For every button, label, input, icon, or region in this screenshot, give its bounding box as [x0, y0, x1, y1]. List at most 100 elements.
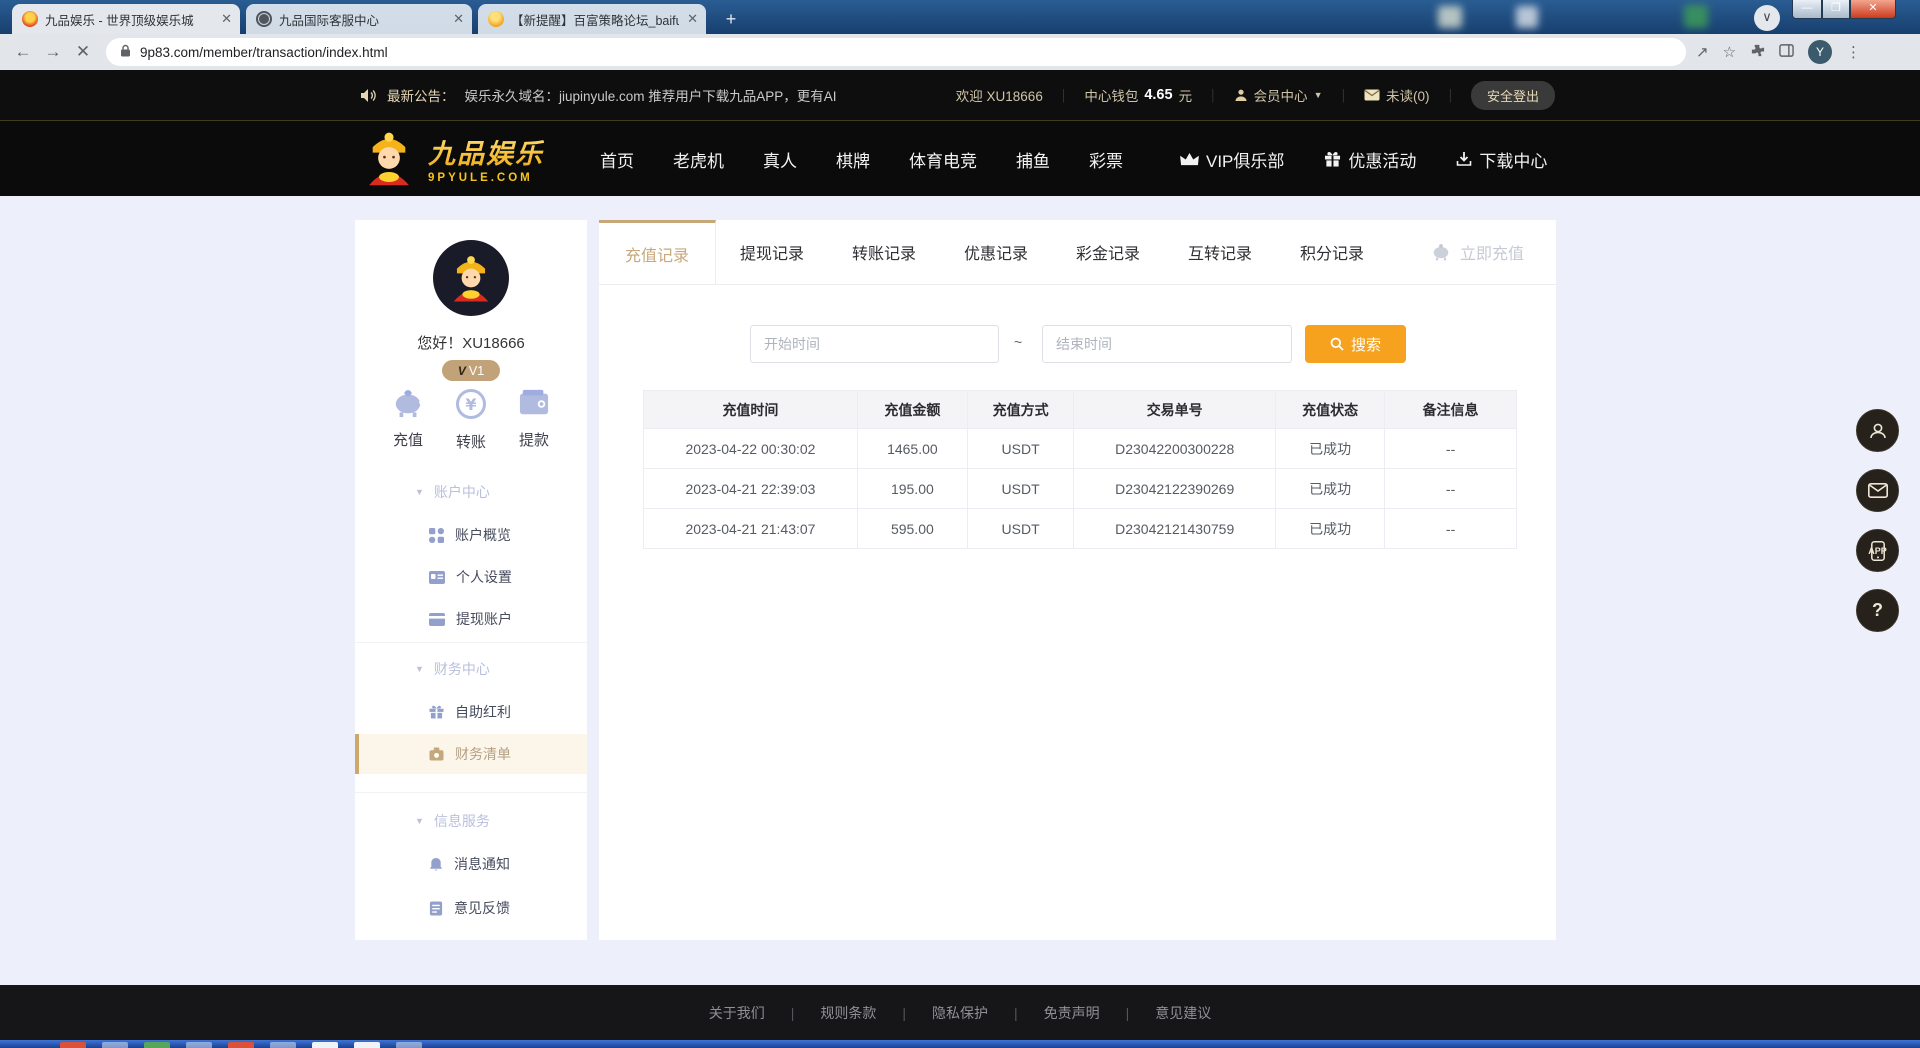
tab-close-icon[interactable]: ✕: [221, 11, 232, 27]
stop-button[interactable]: ✕: [68, 42, 98, 62]
nav-live[interactable]: 真人: [763, 147, 797, 172]
grid-icon: [429, 528, 444, 543]
start-time-input[interactable]: [750, 325, 999, 363]
nav-lottery[interactable]: 彩票: [1089, 147, 1123, 172]
browser-tab-2[interactable]: 九品国际客服中心 ✕: [246, 4, 472, 34]
bookmark-star-icon[interactable]: ☆: [1723, 43, 1736, 61]
separator: ｜: [1336, 85, 1350, 105]
end-time-input[interactable]: [1042, 325, 1292, 363]
taskbar-app[interactable]: [354, 1042, 380, 1048]
sidebar-item-finance-statement[interactable]: 财务清单: [355, 734, 587, 774]
nav-vip-club[interactable]: VIP俱乐部: [1180, 147, 1284, 172]
logo-subtitle: 9PYULE.COM: [428, 172, 544, 184]
wallet-label: 中心钱包: [1084, 85, 1138, 105]
sidebar-item-withdraw-account[interactable]: 提现账户: [429, 609, 512, 629]
forward-button[interactable]: →: [38, 42, 68, 62]
tab-close-icon[interactable]: ✕: [453, 11, 464, 27]
taskbar-app[interactable]: [396, 1042, 422, 1048]
table-row: 2023-04-22 00:30:02 1465.00 USDT D230422…: [644, 429, 1517, 469]
vip-icon: V: [458, 364, 466, 378]
cell-status-link[interactable]: 已成功: [1276, 469, 1385, 509]
nav-fishing[interactable]: 捕鱼: [1016, 147, 1050, 172]
nav-promotions[interactable]: 优惠活动: [1324, 147, 1416, 172]
tab-promo-records[interactable]: 优惠记录: [940, 220, 1052, 284]
tab-mutual-records[interactable]: 互转记录: [1164, 220, 1276, 284]
taskbar-app[interactable]: [60, 1042, 86, 1048]
menu-section-account[interactable]: ▼ 账户中心: [415, 482, 490, 502]
cell-status-link[interactable]: 已成功: [1276, 429, 1385, 469]
nav-download-center[interactable]: 下载中心: [1456, 147, 1547, 172]
crown-icon: [1180, 152, 1199, 167]
tab-points-records[interactable]: 积分记录: [1276, 220, 1388, 284]
customer-service-button[interactable]: [1856, 409, 1899, 452]
footer-rules[interactable]: 规则条款: [820, 1003, 876, 1023]
taskbar-app[interactable]: [228, 1042, 254, 1048]
desktop-icon-blur: [1684, 5, 1708, 28]
member-center-dropdown[interactable]: 会员中心 ▼: [1234, 85, 1323, 105]
sidebar-item-self-bonus[interactable]: 自助红利: [429, 702, 511, 722]
search-button[interactable]: 搜索: [1305, 325, 1406, 363]
address-bar[interactable]: 9p83.com/member/transaction/index.html: [106, 38, 1686, 66]
taskbar-app[interactable]: [102, 1042, 128, 1048]
transaction-panel: 充值记录 提现记录 转账记录 优惠记录 彩金记录 互转记录 积分记录 立即充值: [599, 220, 1556, 940]
footer-suggestions[interactable]: 意见建议: [1155, 1003, 1211, 1023]
maximize-button[interactable]: ❐: [1822, 0, 1850, 19]
wallet-amount: 4.65: [1144, 87, 1172, 103]
menu-section-finance[interactable]: ▼ 财务中心: [415, 659, 490, 679]
taskbar-app[interactable]: [270, 1042, 296, 1048]
webpage: 最新公告： 娱乐永久域名：jiupinyule.com 推荐用户下载九品APP，…: [0, 70, 1920, 1040]
menu-section-info[interactable]: ▼ 信息服务: [415, 811, 490, 831]
close-button[interactable]: ✕: [1850, 0, 1896, 19]
withdraw-quick-button[interactable]: 提款: [502, 388, 566, 450]
extensions-puzzle-icon[interactable]: [1750, 43, 1765, 62]
sidebar-item-personal-settings[interactable]: 个人设置: [429, 567, 512, 587]
chevron-down-icon: ▼: [1314, 90, 1323, 100]
tab-recharge-records[interactable]: 充值记录: [599, 220, 716, 284]
mail-button[interactable]: [1856, 469, 1899, 512]
nav-chess[interactable]: 棋牌: [836, 147, 870, 172]
taskbar-app[interactable]: [186, 1042, 212, 1048]
taskbar-app[interactable]: [312, 1042, 338, 1048]
nav-sports[interactable]: 体育电竞: [909, 147, 977, 172]
cell-status-link[interactable]: 已成功: [1276, 509, 1385, 549]
share-icon[interactable]: ↗: [1696, 43, 1709, 61]
taskbar-app[interactable]: [144, 1042, 170, 1048]
transfer-quick-button[interactable]: ¥ 转账: [439, 388, 503, 452]
tab-transfer-records[interactable]: 转账记录: [828, 220, 940, 284]
nav-home[interactable]: 首页: [600, 147, 634, 172]
tab-search-chevron[interactable]: ∨: [1754, 5, 1780, 31]
browser-menu-icon[interactable]: ⋮: [1846, 43, 1861, 61]
menu-divider: [355, 642, 587, 643]
app-label: APP: [1868, 546, 1887, 556]
nav-slots[interactable]: 老虎机: [673, 147, 724, 172]
browser-tab-1[interactable]: 九品娱乐 - 世界顶级娱乐城 ✕: [12, 4, 240, 34]
new-tab-button[interactable]: +: [718, 7, 744, 33]
tab-close-icon[interactable]: ✕: [687, 11, 698, 27]
windows-taskbar[interactable]: [0, 1040, 1920, 1048]
footer-about[interactable]: 关于我们: [709, 1003, 765, 1023]
tab-title: 九品国际客服中心: [279, 10, 445, 29]
back-button[interactable]: ←: [8, 42, 38, 62]
desktop-screen: 九品娱乐 - 世界顶级娱乐城 ✕ 九品国际客服中心 ✕ 【新提醒】百富策略论坛_…: [0, 0, 1920, 1048]
tab-withdraw-records[interactable]: 提现记录: [716, 220, 828, 284]
profile-avatar[interactable]: Y: [1808, 40, 1832, 64]
sidebar-item-notifications[interactable]: 消息通知: [429, 854, 510, 874]
site-logo[interactable]: 九品娱乐 9PYULE.COM: [358, 129, 544, 187]
footer-privacy[interactable]: 隐私保护: [932, 1003, 988, 1023]
desktop-icon-blur: [1516, 6, 1538, 28]
unread-messages[interactable]: 未读(0): [1364, 85, 1430, 105]
app-download-button[interactable]: APP: [1856, 529, 1899, 572]
recharge-now-button[interactable]: 立即充值: [1430, 220, 1524, 284]
side-panel-icon[interactable]: [1779, 43, 1794, 62]
deposit-quick-button[interactable]: 充值: [376, 388, 440, 450]
sidebar-item-account-overview[interactable]: 账户概览: [429, 525, 511, 545]
recharge-now-label: 立即充值: [1460, 240, 1524, 264]
minimize-button[interactable]: —: [1792, 0, 1822, 19]
sidebar-item-feedback[interactable]: 意见反馈: [429, 898, 510, 918]
footer-disclaimer[interactable]: 免责声明: [1044, 1003, 1100, 1023]
browser-tab-3[interactable]: 【新提醒】百富策略论坛_baifub ✕: [478, 4, 706, 34]
tab-bonus-records[interactable]: 彩金记录: [1052, 220, 1164, 284]
item-label: 财务清单: [455, 744, 511, 764]
logout-button[interactable]: 安全登出: [1471, 81, 1555, 110]
help-button[interactable]: ?: [1856, 589, 1899, 632]
